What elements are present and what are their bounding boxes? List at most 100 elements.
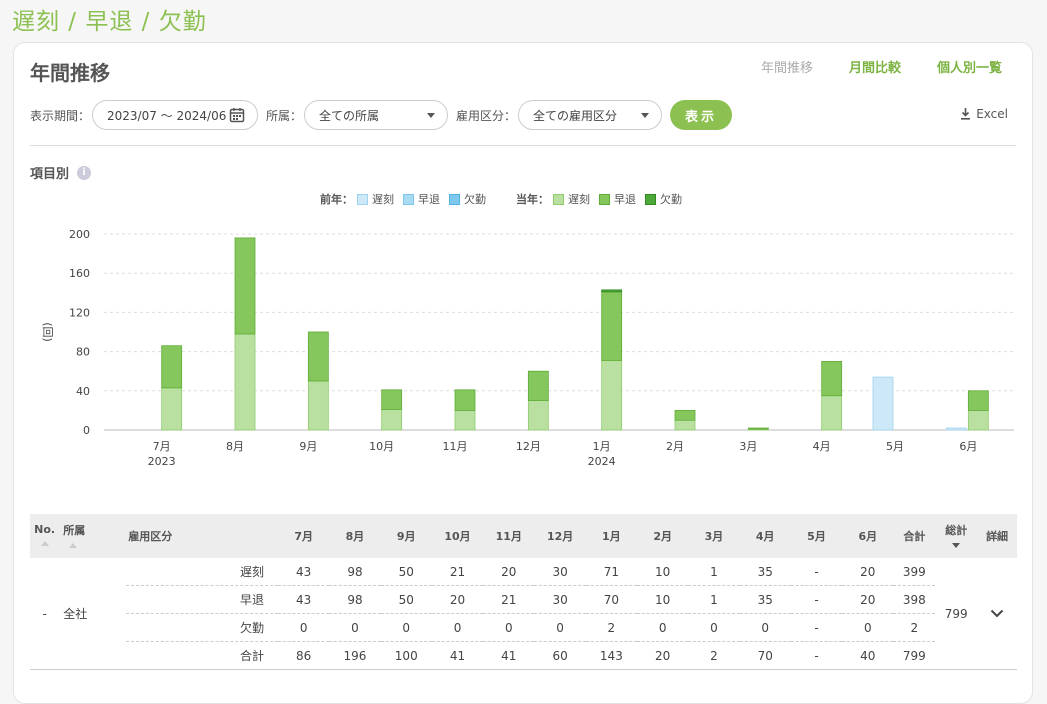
col-month: 5月 xyxy=(790,514,843,558)
table-cell: 43 xyxy=(278,558,330,586)
table-cell: - xyxy=(790,558,843,586)
table-cell: 0 xyxy=(739,613,791,642)
x-tick-label: 9月 xyxy=(299,440,317,453)
period-value: 2023/07 ～ 2024/06 xyxy=(107,108,227,123)
section-title-text: 項目別 xyxy=(30,167,70,182)
col-month: 9月 xyxy=(380,514,432,558)
y-tick-label: 40 xyxy=(76,385,90,398)
x-tick-label: 10月 xyxy=(369,440,394,453)
show-button[interactable]: 表示 xyxy=(670,100,733,130)
x-year-label: 2024 xyxy=(588,455,616,468)
table-cell: 0 xyxy=(329,613,381,642)
period-picker[interactable]: 2023/07 ～ 2024/06 xyxy=(92,100,259,130)
y-tick-label: 0 xyxy=(83,424,90,437)
legend-prev-early[interactable]: 早退 xyxy=(403,191,440,207)
dept-label: 所属： xyxy=(266,108,303,123)
table-cell: 21 xyxy=(483,585,535,614)
table-cell: 86 xyxy=(278,641,330,670)
col-month: 8月 xyxy=(329,514,381,558)
sort-icon[interactable] xyxy=(952,542,961,548)
col-total: 合計 xyxy=(893,514,936,558)
table-cell: 50 xyxy=(380,558,432,586)
y-tick-label: 120 xyxy=(69,306,90,319)
col-month: 7月 xyxy=(278,514,330,558)
table-cell: 0 xyxy=(637,613,689,642)
legend-curr-late[interactable]: 遅刻 xyxy=(553,191,590,207)
legend-curr-label: 当年： xyxy=(516,193,549,206)
col-month: 6月 xyxy=(842,514,894,558)
legend-prev-absent[interactable]: 欠勤 xyxy=(449,191,486,207)
tab-monthly-compare[interactable]: 月間比較 xyxy=(849,57,901,76)
x-tick-label: 1月 xyxy=(593,440,611,453)
col-month: 3月 xyxy=(688,514,740,558)
view-tabs: 年間推移 月間比較 個人別一覧 xyxy=(761,57,1002,76)
row-item-label: 遅刻 xyxy=(126,558,279,586)
table-cell: 41 xyxy=(483,641,535,670)
page-title: 年間推移 xyxy=(30,61,110,85)
bar-curr-遅刻 xyxy=(527,400,549,431)
table-cell: 20 xyxy=(637,641,689,670)
table-cell: 98 xyxy=(329,558,381,586)
table-cell: 20 xyxy=(842,585,894,614)
table-cell: 2 xyxy=(585,613,638,642)
bar-curr-早退 xyxy=(601,291,623,361)
col-month: 2月 xyxy=(637,514,689,558)
employment-select[interactable]: 全ての雇用区分 xyxy=(518,100,663,130)
x-tick-label: 5月 xyxy=(886,440,904,453)
bar-curr-欠勤 xyxy=(601,289,623,293)
chevron-down-icon xyxy=(641,112,650,118)
table-header-row: No. 所属 雇用区分 7月 8月 9月 10月 11月 12月 1月 2月 3月 4月 5月 6月 … xyxy=(30,514,1017,558)
col-no[interactable]: No. xyxy=(30,514,60,558)
legend-curr-absent[interactable]: 欠勤 xyxy=(645,191,682,207)
table-cell: - xyxy=(790,641,843,670)
sort-icon[interactable] xyxy=(40,541,49,546)
dept-select[interactable]: 全ての所属 xyxy=(304,100,449,130)
col-detail: 詳細 xyxy=(977,514,1017,558)
table-cell: 0 xyxy=(278,613,330,642)
col-dept[interactable]: 所属 xyxy=(59,514,127,558)
emp-label: 雇用区分： xyxy=(456,108,517,123)
dept-value: 全ての所属 xyxy=(319,108,380,123)
col-month: 4月 xyxy=(739,514,791,558)
info-icon[interactable]: i xyxy=(77,165,92,180)
row-grand-total: 799 xyxy=(935,558,978,670)
table-cell: 10 xyxy=(637,558,689,586)
bar-curr-遅刻 xyxy=(381,409,403,431)
table-cell: 196 xyxy=(329,641,381,670)
legend-prev-late[interactable]: 遅刻 xyxy=(357,191,394,207)
bar-curr-早退 xyxy=(307,331,329,382)
main-card: 年間推移 年間推移 月間比較 個人別一覧 表示期間： 2023/07 ～ 202… xyxy=(13,42,1033,704)
row-dept: 全社 xyxy=(59,558,127,670)
legend-curr-early[interactable]: 早退 xyxy=(599,191,636,207)
excel-label: Excel xyxy=(976,107,1008,121)
row-total: 399 xyxy=(893,558,936,586)
table-cell: 60 xyxy=(534,641,586,670)
col-grand-total[interactable]: 総計 xyxy=(935,514,978,558)
expand-chevron-icon[interactable] xyxy=(977,558,1017,670)
x-tick-label: 11月 xyxy=(443,440,468,453)
table-cell: 30 xyxy=(534,558,586,586)
table-cell: 0 xyxy=(483,613,535,642)
table-cell: 1 xyxy=(688,558,740,586)
bar-curr-遅刻 xyxy=(307,380,329,431)
bar-curr-遅刻 xyxy=(454,409,476,431)
filter-bar: 表示期間： 2023/07 ～ 2024/06 所属： 全ての所属 雇用区分： … xyxy=(30,99,733,131)
table-body: - 全社 遅刻 43 98 50 21 20 30 71 10 1 35-20 399 799 早退 43 98 5… xyxy=(30,558,1017,670)
table-cell: 41 xyxy=(431,641,484,670)
x-tick-label: 8月 xyxy=(226,440,244,453)
bar-prev-遅刻 xyxy=(945,427,967,431)
bar-curr-遅刻 xyxy=(161,387,183,431)
row-total: 398 xyxy=(893,585,936,614)
table-cell: 0 xyxy=(380,613,432,642)
bar-curr-早退 xyxy=(967,390,989,411)
table-row: 早退 43 98 50 20 21 30 70 10 1 35-20 398 xyxy=(30,585,1017,614)
excel-download-button[interactable]: Excel xyxy=(960,107,1008,121)
tab-annual-trend[interactable]: 年間推移 xyxy=(761,57,813,76)
sort-icon[interactable] xyxy=(69,542,78,548)
bar-curr-早退 xyxy=(161,345,183,389)
bar-curr-早退 xyxy=(821,360,843,397)
table-cell: 20 xyxy=(483,558,535,586)
tab-individual-list[interactable]: 個人別一覧 xyxy=(937,57,1002,76)
table-cell: 100 xyxy=(380,641,432,670)
x-tick-label: 7月 xyxy=(153,440,171,453)
